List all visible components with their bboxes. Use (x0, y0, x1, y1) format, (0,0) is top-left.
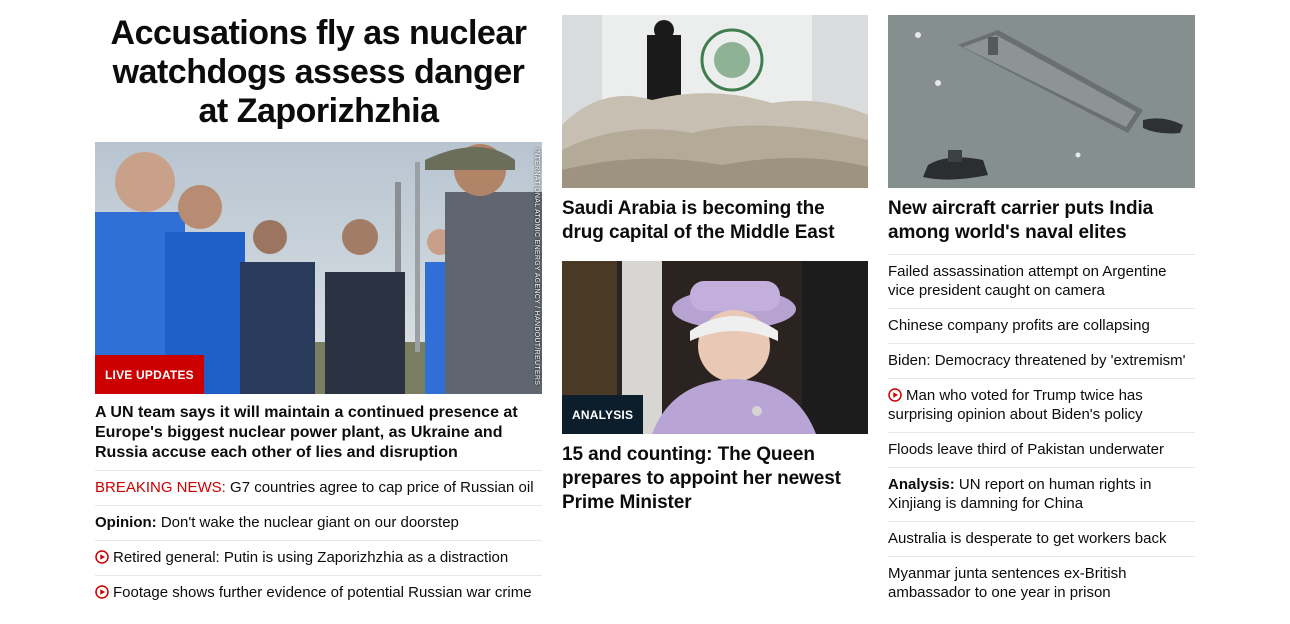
right-column: New aircraft carrier puts India among wo… (888, 15, 1195, 610)
list-item-text: G7 countries agree to cap price of Russi… (225, 479, 534, 496)
play-icon (95, 550, 109, 564)
list-item[interactable]: BREAKING NEWS: G7 countries agree to cap… (95, 470, 542, 505)
list-item-text: Myanmar junta sentences ex-British ambas… (888, 565, 1127, 601)
headline-list: Failed assassination attempt on Argentin… (888, 254, 1195, 610)
list-item-text: Biden: Democracy threatened by 'extremis… (888, 352, 1186, 369)
list-item[interactable]: Man who voted for Trump twice has surpri… (888, 378, 1195, 432)
saudi-story-title[interactable]: Saudi Arabia is becoming the drug capita… (562, 197, 868, 245)
list-item-text: Chinese company profits are collapsing (888, 317, 1150, 334)
list-item[interactable]: Chinese company profits are collapsing (888, 308, 1195, 343)
list-item[interactable]: Myanmar junta sentences ex-British ambas… (888, 556, 1195, 610)
lead-related-list: BREAKING NEWS: G7 countries agree to cap… (95, 470, 542, 610)
lead-description[interactable]: A UN team says it will maintain a contin… (95, 403, 542, 463)
list-item[interactable]: Biden: Democracy threatened by 'extremis… (888, 343, 1195, 378)
list-item-text: Footage shows further evidence of potent… (113, 584, 532, 601)
saudi-image[interactable] (562, 15, 868, 188)
list-item-text: Australia is desperate to get workers ba… (888, 530, 1167, 547)
list-item[interactable]: Analysis: UN report on human rights in X… (888, 467, 1195, 521)
opinion-label: Opinion: (95, 514, 157, 531)
middle-column: Saudi Arabia is becoming the drug capita… (562, 15, 868, 515)
list-item-text: Don't wake the nuclear giant on our door… (156, 514, 459, 531)
saudi-story-card[interactable]: Saudi Arabia is becoming the drug capita… (562, 15, 868, 245)
carrier-image[interactable] (888, 15, 1195, 188)
list-item[interactable]: Australia is desperate to get workers ba… (888, 521, 1195, 556)
news-page: Accusations fly as nuclear watchdogs ass… (0, 0, 1290, 624)
queen-image[interactable]: ANALYSIS (562, 261, 868, 434)
list-item-text: Floods leave third of Pakistan underwate… (888, 441, 1164, 458)
play-icon (888, 388, 902, 402)
play-icon (95, 585, 109, 599)
aircraft-carrier-photo (888, 15, 1195, 188)
list-item-text: Failed assassination attempt on Argentin… (888, 263, 1167, 299)
drug-seizure-photo (562, 15, 868, 188)
list-item-text: Retired general: Putin is using Zaporizh… (113, 549, 509, 566)
list-item[interactable]: Opinion: Don't wake the nuclear giant on… (95, 505, 542, 540)
hero-image[interactable]: INTERNATIONAL ATOMIC ENERGY AGENCY / HAN… (95, 142, 542, 394)
lead-story-column: Accusations fly as nuclear watchdogs ass… (95, 14, 542, 610)
india-story-card[interactable]: New aircraft carrier puts India among wo… (888, 15, 1195, 245)
list-item[interactable]: Footage shows further evidence of potent… (95, 575, 542, 610)
live-updates-badge: LIVE UPDATES (95, 355, 204, 394)
analysis-badge: ANALYSIS (562, 395, 644, 434)
list-item-text: Man who voted for Trump twice has surpri… (888, 387, 1143, 423)
india-story-title[interactable]: New aircraft carrier puts India among wo… (888, 197, 1195, 245)
list-item[interactable]: Retired general: Putin is using Zaporizh… (95, 540, 542, 575)
queen-story-title[interactable]: 15 and counting: The Queen prepares to a… (562, 443, 868, 515)
queen-story-card[interactable]: ANALYSIS 15 and counting: The Queen prep… (562, 261, 868, 515)
list-item[interactable]: Failed assassination attempt on Argentin… (888, 254, 1195, 308)
breaking-news-label: BREAKING NEWS: (95, 479, 226, 496)
list-item[interactable]: Floods leave third of Pakistan underwate… (888, 432, 1195, 467)
analysis-label: Analysis: (888, 476, 955, 493)
image-credit: INTERNATIONAL ATOMIC ENERGY AGENCY / HAN… (533, 148, 540, 386)
main-headline[interactable]: Accusations fly as nuclear watchdogs ass… (95, 14, 542, 131)
